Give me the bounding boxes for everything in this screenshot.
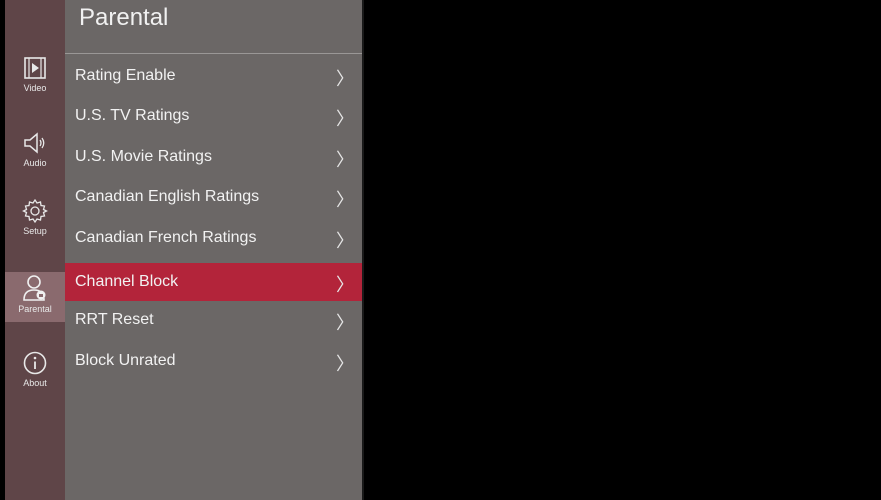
chevron-right-icon: 〉 — [336, 150, 354, 170]
chevron-right-icon: 〉 — [336, 69, 354, 89]
menu-item-us-tv-ratings[interactable]: U.S. TV Ratings 〉 — [65, 97, 362, 135]
gear-icon — [22, 198, 48, 224]
title-divider — [65, 53, 362, 54]
chevron-right-icon: 〉 — [336, 275, 354, 295]
chevron-right-icon: 〉 — [336, 313, 354, 333]
menu-item-canadian-french-ratings[interactable]: Canadian French Ratings 〉 — [65, 219, 362, 257]
panel-edge — [362, 0, 364, 500]
chevron-right-icon: 〉 — [336, 354, 354, 374]
info-icon — [22, 350, 48, 376]
chevron-right-icon: 〉 — [336, 231, 354, 251]
rail-item-label: Video — [23, 83, 47, 93]
category-rail: Video Audio Setup Parental About — [5, 0, 65, 500]
menu-item-label: Rating Enable — [75, 67, 176, 84]
video-icon — [22, 55, 48, 81]
menu-item-canadian-english-ratings[interactable]: Canadian English Ratings 〉 — [65, 178, 362, 216]
rail-item-audio[interactable]: Audio — [5, 130, 65, 190]
menu-item-label: U.S. TV Ratings — [75, 107, 190, 124]
menu-item-label: Channel Block — [75, 273, 179, 290]
menu-item-block-unrated[interactable]: Block Unrated 〉 — [65, 342, 362, 380]
rail-item-label: About — [23, 378, 47, 388]
parental-menu-panel: Parental Rating Enable 〉 U.S. TV Ratings… — [65, 0, 362, 500]
rail-item-setup[interactable]: Setup — [5, 198, 65, 258]
rail-item-parental[interactable]: Parental — [5, 272, 65, 322]
audio-icon — [22, 130, 48, 156]
menu-item-label: Block Unrated — [75, 352, 176, 369]
rail-item-label: Setup — [23, 226, 47, 236]
tv-screen: Video Audio Setup Parental About Parenta… — [0, 0, 881, 500]
menu-item-us-movie-ratings[interactable]: U.S. Movie Ratings 〉 — [65, 138, 362, 176]
chevron-right-icon: 〉 — [336, 109, 354, 129]
rail-item-label: Parental — [18, 304, 52, 314]
page-title: Parental — [79, 4, 169, 31]
rail-item-video[interactable]: Video — [5, 55, 65, 115]
menu-item-label: RRT Reset — [75, 311, 154, 328]
user-lock-icon — [22, 274, 48, 302]
menu-item-channel-block[interactable]: Channel Block 〉 — [65, 263, 362, 301]
chevron-right-icon: 〉 — [336, 190, 354, 210]
menu-item-rating-enable[interactable]: Rating Enable 〉 — [65, 57, 362, 95]
menu-item-label: Canadian English Ratings — [75, 188, 260, 205]
menu-item-label: U.S. Movie Ratings — [75, 148, 212, 165]
rail-item-label: Audio — [23, 158, 47, 168]
menu-item-label: Canadian French Ratings — [75, 229, 257, 246]
rail-item-about[interactable]: About — [5, 350, 65, 410]
menu-item-rrt-reset[interactable]: RRT Reset 〉 — [65, 301, 362, 339]
